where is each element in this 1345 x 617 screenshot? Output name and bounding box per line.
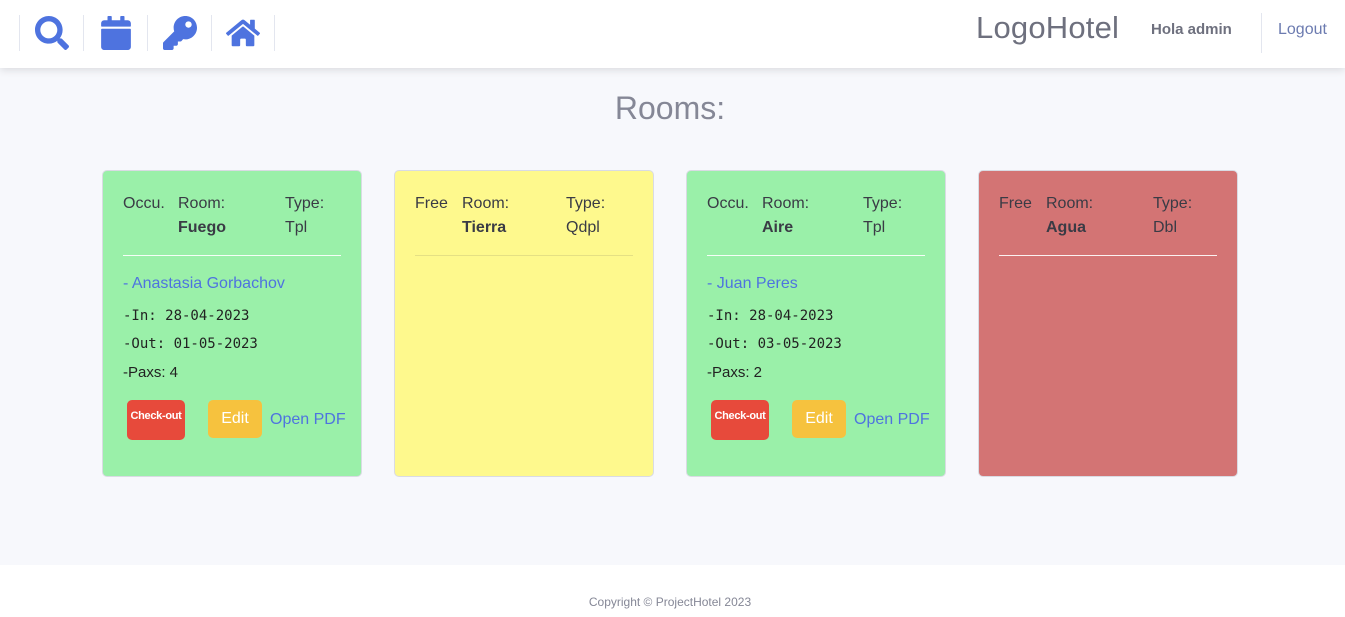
- edit-button[interactable]: Edit: [208, 400, 262, 438]
- search-icon[interactable]: [19, 15, 83, 51]
- card-divider: [707, 255, 925, 256]
- room-name: Tierra: [462, 219, 507, 236]
- user-greeting: Hola admin: [1151, 21, 1232, 38]
- checkout-button[interactable]: Check-out: [127, 400, 185, 440]
- navbar-divider: [1261, 13, 1262, 53]
- edit-button[interactable]: Edit: [792, 400, 846, 438]
- type-value: Qdpl: [566, 219, 600, 236]
- copyright-text: Copyright © ProjectHotel 2023: [588, 595, 752, 609]
- room-label: Room:: [178, 195, 226, 212]
- paxs-count: -Paxs: 4: [123, 364, 179, 381]
- checkout-button[interactable]: Check-out: [711, 400, 769, 440]
- key-icon[interactable]: [147, 15, 211, 51]
- guest-link[interactable]: - Anastasia Gorbachov: [123, 275, 285, 293]
- paxs-count: -Paxs: 2: [707, 364, 763, 381]
- type-label: Type:: [863, 195, 903, 212]
- check-in-date: -In: 28-04-2023: [123, 308, 250, 324]
- calendar-icon[interactable]: [83, 15, 147, 51]
- type-value: Tpl: [285, 219, 308, 236]
- footer: Copyright © ProjectHotel 2023: [0, 565, 1345, 617]
- check-out-date: -Out: 03-05-2023: [707, 336, 842, 352]
- home-icon[interactable]: [211, 15, 275, 51]
- room-card-agua: Free Room: Agua Type: Dbl: [978, 170, 1238, 477]
- type-value: Tpl: [863, 219, 886, 236]
- room-card-tierra: Free Room: Tierra Type: Qdpl: [394, 170, 654, 477]
- room-status: Occu.: [707, 195, 749, 212]
- room-name: Agua: [1046, 219, 1086, 236]
- logout-link[interactable]: Logout: [1278, 21, 1327, 39]
- nav-icon-group: [19, 15, 275, 51]
- logo-text[interactable]: LogoHotel: [976, 10, 1119, 46]
- top-navbar: LogoHotel Hola admin Logout: [0, 0, 1345, 68]
- guest-link[interactable]: - Juan Peres: [707, 275, 798, 293]
- room-name: Fuego: [178, 219, 226, 236]
- check-out-date: -Out: 01-05-2023: [123, 336, 258, 352]
- type-label: Type:: [285, 195, 325, 212]
- room-status: Free: [999, 195, 1032, 212]
- open-pdf-link[interactable]: Open PDF: [854, 411, 930, 429]
- room-label: Room:: [1046, 195, 1094, 212]
- room-name: Aire: [762, 219, 794, 236]
- room-card-fuego: Occu. Room: Fuego Type: Tpl - Anastasia …: [102, 170, 362, 477]
- card-divider: [415, 255, 633, 256]
- room-status: Occu.: [123, 195, 165, 212]
- card-divider: [999, 255, 1217, 256]
- type-label: Type:: [1153, 195, 1193, 212]
- open-pdf-link[interactable]: Open PDF: [270, 411, 346, 429]
- check-in-date: -In: 28-04-2023: [707, 308, 834, 324]
- room-status: Free: [415, 195, 448, 212]
- card-divider: [123, 255, 341, 256]
- type-label: Type:: [566, 195, 606, 212]
- type-value: Dbl: [1153, 219, 1178, 236]
- room-label: Room:: [462, 195, 510, 212]
- room-card-aire: Occu. Room: Aire Type: Tpl - Juan Peres …: [686, 170, 946, 477]
- room-label: Room:: [762, 195, 810, 212]
- page-title: Rooms:: [614, 90, 726, 126]
